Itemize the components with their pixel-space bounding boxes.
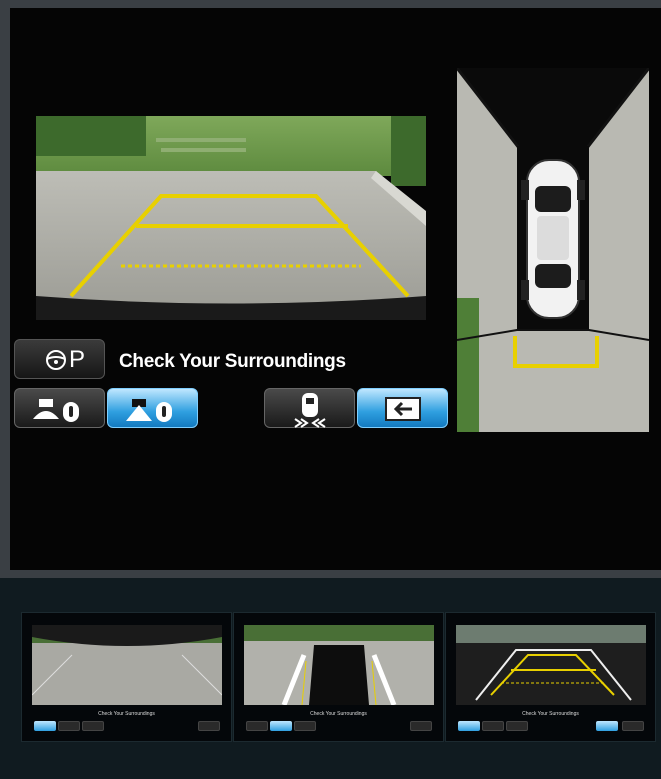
thumbnail-rear-guidelines[interactable]: Check Your Surroundings bbox=[445, 612, 656, 742]
thumbnail-button bbox=[622, 721, 644, 731]
front-camera-icon bbox=[33, 399, 79, 422]
rear-camera-icon bbox=[126, 399, 172, 422]
thumbnail-button bbox=[58, 721, 80, 731]
front-camera-button[interactable] bbox=[14, 388, 105, 428]
thumbnail-view bbox=[456, 625, 646, 705]
thumbnail-caption: Check Your Surroundings bbox=[98, 711, 155, 717]
thumbnail-button bbox=[596, 721, 618, 731]
thumbnail-view bbox=[32, 625, 222, 705]
car-side-view-icon bbox=[294, 393, 326, 428]
thumbnail-strip: Check Your Surroundings Check Your Surro… bbox=[0, 578, 661, 779]
main-display-frame: P Check Your Surroundings bbox=[0, 0, 661, 578]
thumbnail-button bbox=[270, 721, 292, 731]
rear-camera-button[interactable] bbox=[107, 388, 198, 428]
main-display: P Check Your Surroundings bbox=[10, 8, 661, 570]
thumbnail-button bbox=[34, 721, 56, 731]
thumbnail-front-wide[interactable]: Check Your Surroundings bbox=[21, 612, 232, 742]
thumbnail-button bbox=[506, 721, 528, 731]
thumbnail-button bbox=[82, 721, 104, 731]
thumbnail-button bbox=[482, 721, 504, 731]
thumbnail-caption: Check Your Surroundings bbox=[310, 711, 367, 717]
thumbnail-top-down[interactable]: Check Your Surroundings bbox=[233, 612, 444, 742]
thumbnail-button bbox=[294, 721, 316, 731]
exit-icon bbox=[385, 397, 421, 421]
park-label: P bbox=[69, 346, 86, 373]
thumbnail-button bbox=[246, 721, 268, 731]
park-indicator: P bbox=[14, 339, 105, 379]
status-message: Check Your Surroundings bbox=[119, 351, 346, 372]
thumbnail-view bbox=[244, 625, 434, 705]
car-top-icon bbox=[521, 159, 585, 319]
exit-button[interactable] bbox=[357, 388, 448, 428]
rear-camera-view bbox=[36, 116, 426, 320]
thumbnail-button bbox=[458, 721, 480, 731]
thumbnail-button bbox=[410, 721, 432, 731]
thumbnail-button bbox=[198, 721, 220, 731]
steering-wheel-icon bbox=[46, 350, 66, 370]
side-view-button[interactable] bbox=[264, 388, 355, 428]
thumbnail-caption: Check Your Surroundings bbox=[522, 711, 579, 717]
top-down-view bbox=[457, 68, 649, 432]
